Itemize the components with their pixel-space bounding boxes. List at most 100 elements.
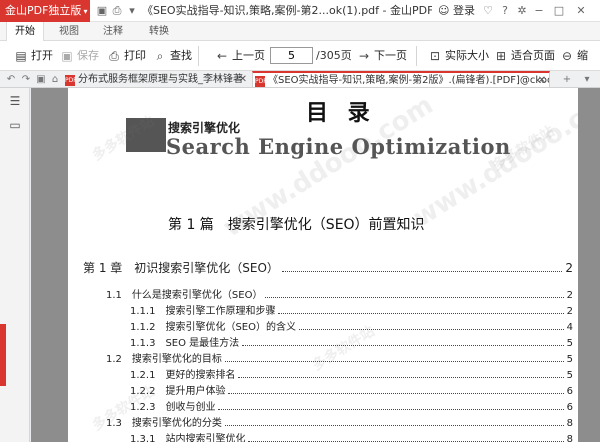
- print-label: 打印: [124, 49, 146, 62]
- toc-entry-label: 1.2.1 更好的搜索排名: [130, 370, 236, 381]
- pdf-file-icon: PDF: [65, 75, 77, 86]
- panel-toggle-handle[interactable]: [0, 324, 6, 386]
- pdf-page: 目 录 搜索引擎优化 Search Engine Optimization 第 …: [68, 88, 578, 442]
- document-view[interactable]: 目 录 搜索引擎优化 Search Engine Optimization 第 …: [31, 88, 600, 442]
- toc-page-number: 5: [566, 354, 573, 365]
- document-tab-title: 分布式服务框架原理与实践_李林锋著: [78, 74, 243, 85]
- tab-annotate[interactable]: 注释: [94, 22, 132, 41]
- app-logo-button[interactable]: 金山PDF独立版 ▾: [0, 0, 90, 22]
- login-label: 登录: [452, 4, 475, 17]
- outline-icon[interactable]: ☰: [8, 94, 22, 108]
- toc-entry-label: 1.3.1 站内搜索引擎优化: [130, 434, 246, 442]
- zoom-out-icon: ⊖: [561, 49, 573, 63]
- skin-icon[interactable]: ♡: [481, 3, 495, 19]
- find-button[interactable]: ⌕ 查找: [153, 47, 192, 65]
- fit-page-label: 适合页面: [511, 49, 555, 62]
- toc-leader: [298, 329, 564, 330]
- comments-icon[interactable]: ▭: [8, 118, 22, 132]
- close-tab-icon[interactable]: ✕: [239, 72, 247, 88]
- print-icon: ⎙: [109, 49, 119, 63]
- part-title: 第 1 篇 搜索引擎优化（SEO）前置知识: [168, 217, 425, 233]
- open-button[interactable]: ▤ 打开: [14, 47, 53, 65]
- save-icon[interactable]: ▣: [94, 3, 110, 19]
- user-icon: ☺: [438, 4, 450, 17]
- toc-entry[interactable]: 1.3.1 站内搜索引擎优化 8: [130, 430, 573, 442]
- toc-page-number: 6: [566, 402, 573, 413]
- arrow-right-icon: →: [358, 49, 370, 63]
- actual-size-button[interactable]: ⊡ 实际大小: [428, 47, 489, 65]
- tab-convert[interactable]: 转换: [140, 22, 178, 41]
- toc-page-number: 2: [566, 306, 573, 317]
- toc-page-number: 5: [566, 370, 573, 381]
- side-panel: ☰ ▭: [0, 88, 30, 442]
- toc-entry[interactable]: 1.1 什么是搜索引擎优化（SEO） 2: [106, 286, 573, 301]
- title-bar: 金山PDF独立版 ▾ ▣ ⎙ ▾ 《SEO实战指导-知识,策略,案例-第2...o…: [0, 0, 600, 22]
- close-icon[interactable]: ✕: [574, 3, 588, 19]
- toc-leader: [228, 393, 564, 394]
- toolbar-divider: [198, 46, 199, 66]
- toc-page-number: 4: [566, 322, 573, 333]
- actual-size-label: 实际大小: [445, 49, 489, 62]
- save-icon[interactable]: ▣: [34, 72, 48, 87]
- tab-view[interactable]: 视图: [50, 22, 88, 41]
- tab-list-icon[interactable]: ▾: [580, 72, 594, 87]
- next-page-button[interactable]: → 下一页: [357, 47, 407, 65]
- toc-entry-label: 1.1.1 搜索引擎工作原理和步骤: [130, 306, 276, 317]
- toc-entry-label: 1.2 搜索引擎优化的目标: [106, 354, 222, 365]
- toc-entry-label: 1.1.3 SEO 是最佳方法: [130, 338, 240, 349]
- toc-page-number: 2: [565, 261, 573, 275]
- redo-icon[interactable]: ↷: [19, 72, 33, 87]
- dropdown-icon[interactable]: ▾: [124, 3, 140, 19]
- tab-start[interactable]: 开始: [6, 22, 44, 42]
- maximize-icon[interactable]: □: [552, 3, 566, 19]
- toc-entry[interactable]: 1.2.2 提升用户体验 6: [130, 382, 573, 397]
- minimize-icon[interactable]: −: [532, 3, 546, 19]
- toolbar-divider: [416, 46, 417, 66]
- toc-leader: [281, 271, 563, 272]
- toc-leader: [278, 313, 564, 314]
- toc-page-number: 2: [566, 290, 573, 301]
- page-number-input[interactable]: [270, 47, 313, 64]
- close-tab-icon[interactable]: ✕: [538, 73, 546, 87]
- toc-entry[interactable]: 1.2.3 创收与创业 6: [130, 398, 573, 413]
- undo-icon[interactable]: ↶: [4, 72, 18, 87]
- toc-leader: [224, 425, 564, 426]
- toc-entry[interactable]: 第 1 章 初识搜索引擎优化（SEO） 2: [83, 259, 573, 276]
- open-label: 打开: [31, 49, 53, 62]
- toc-leader: [218, 409, 564, 410]
- toc-entry[interactable]: 1.1.1 搜索引擎工作原理和步骤 2: [130, 302, 573, 317]
- next-page-label: 下一页: [374, 49, 407, 62]
- settings-icon[interactable]: ✲: [515, 3, 529, 19]
- total-pages: /305页: [316, 49, 352, 62]
- login-button[interactable]: ☺ 登录: [438, 0, 475, 22]
- chevron-down-icon: ▾: [83, 7, 88, 16]
- folder-icon: ▤: [15, 49, 27, 63]
- toc-entry-label: 第 1 章 初识搜索引擎优化（SEO）: [83, 261, 279, 275]
- help-icon[interactable]: ?: [498, 3, 512, 19]
- prev-page-button[interactable]: ← 上一页: [215, 47, 265, 65]
- toc-entry-label: 1.1 什么是搜索引擎优化（SEO）: [106, 290, 263, 301]
- document-tab[interactable]: PDF 分布式服务框架原理与实践_李林锋著 ✕: [63, 72, 250, 88]
- toc-page-number: 5: [566, 338, 573, 349]
- print-icon[interactable]: ⎙: [109, 3, 125, 19]
- toc-entry[interactable]: 1.2.1 更好的搜索排名 5: [130, 366, 573, 381]
- toc-page-number: 8: [566, 434, 573, 442]
- zoom-label: 缩: [577, 49, 588, 62]
- save-icon: ▣: [61, 49, 73, 63]
- app-logo-label: 金山PDF独立版: [5, 4, 82, 17]
- zoom-button[interactable]: ⊖ 缩: [560, 47, 588, 65]
- fit-page-icon: ⊞: [495, 49, 507, 63]
- toc-entry-label: 1.1.2 搜索引擎优化（SEO）的含义: [130, 322, 296, 333]
- toc-title: 目 录: [306, 100, 376, 126]
- document-tab-title: 《SEO实战指导-知识,策略,案例-第2版》.(扁锋者).[PDF]@ckook…: [268, 75, 550, 86]
- home-icon[interactable]: ⌂: [48, 72, 62, 87]
- save-button[interactable]: ▣ 保存: [60, 47, 99, 65]
- toc-leader: [242, 345, 564, 346]
- toc-entry[interactable]: 1.3 搜索引擎优化的分类 8: [106, 414, 573, 429]
- print-button[interactable]: ⎙ 打印: [107, 47, 146, 65]
- new-tab-icon[interactable]: +: [560, 72, 574, 87]
- toc-page-number: 6: [566, 386, 573, 397]
- document-tab-active[interactable]: PDF 《SEO实战指导-知识,策略,案例-第2版》.(扁锋者).[PDF]@c…: [252, 71, 550, 87]
- toc-leader: [265, 297, 564, 298]
- fit-page-button[interactable]: ⊞ 适合页面: [494, 47, 555, 65]
